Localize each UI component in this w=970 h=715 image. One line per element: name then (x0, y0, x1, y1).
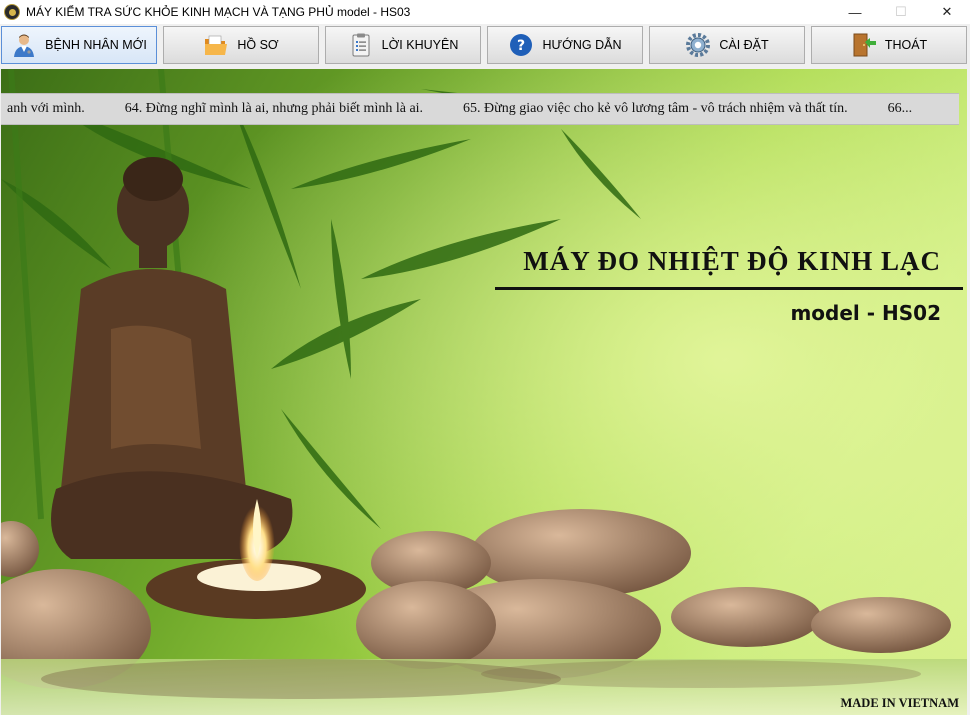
guide-button[interactable]: ? HƯỚNG DẪN (487, 26, 643, 64)
minimize-button[interactable]: — (832, 0, 878, 24)
zen-background-image (1, 69, 967, 715)
ticker-item: 64. Đừng nghĩ mình là ai, nhưng phải biế… (124, 101, 424, 116)
app-logo-icon (4, 4, 20, 20)
settings-label: CÀI ĐẶT (719, 38, 769, 52)
main-banner: anh với mình. 64. Đừng nghĩ mình là ai, … (1, 69, 967, 715)
new-patient-button[interactable]: BỆNH NHÂN MỚI (1, 26, 157, 64)
new-patient-label: BỆNH NHÂN MỚI (45, 38, 147, 52)
title-bar: MÁY KIỂM TRA SỨC KHỎE KINH MẠCH VÀ TẠNG … (0, 0, 970, 24)
advice-label: LỜI KHUYÊN (381, 38, 459, 52)
banner-heading: MÁY ĐO NHIỆT ĐỘ KINH LẠC (523, 246, 941, 276)
doctor-icon (14, 34, 35, 57)
ticker-item: 66... (887, 101, 913, 116)
records-label: HỒ SƠ (237, 38, 279, 52)
folder-icon (205, 35, 228, 55)
window-title: MÁY KIỂM TRA SỨC KHỎE KINH MẠCH VÀ TẠNG … (26, 5, 411, 19)
clipboard-icon (352, 33, 370, 57)
close-button[interactable]: ✕ (924, 0, 970, 24)
window-controls: — ☐ ✕ (832, 0, 970, 24)
made-in-label: MADE IN VIETNAM (840, 696, 959, 710)
records-button[interactable]: HỒ SƠ (163, 26, 319, 64)
advice-button[interactable]: LỜI KHUYÊN (325, 26, 481, 64)
exit-button[interactable]: THOÁT (811, 26, 967, 64)
advice-ticker: anh với mình. 64. Đừng nghĩ mình là ai, … (1, 93, 959, 125)
heading-divider (495, 287, 963, 290)
maximize-button[interactable]: ☐ (878, 0, 924, 24)
ticker-item: anh với mình. (7, 101, 85, 116)
toolbar: BỆNH NHÂN MỚI HỒ SƠ LỜI KHUYÊN ? HƯỚNG D… (0, 24, 970, 68)
exit-label: THOÁT (884, 38, 928, 52)
help-icon: ? (510, 34, 533, 56)
guide-label: HƯỚNG DẪN (542, 38, 622, 52)
exit-door-icon (853, 33, 876, 57)
gear-icon (686, 33, 711, 57)
svg-text:?: ? (517, 38, 525, 54)
settings-button[interactable]: CÀI ĐẶT (649, 26, 805, 64)
model-label: model - HS02 (790, 301, 941, 325)
ticker-item: 65. Đừng giao việc cho kẻ vô lương tâm -… (463, 101, 848, 116)
